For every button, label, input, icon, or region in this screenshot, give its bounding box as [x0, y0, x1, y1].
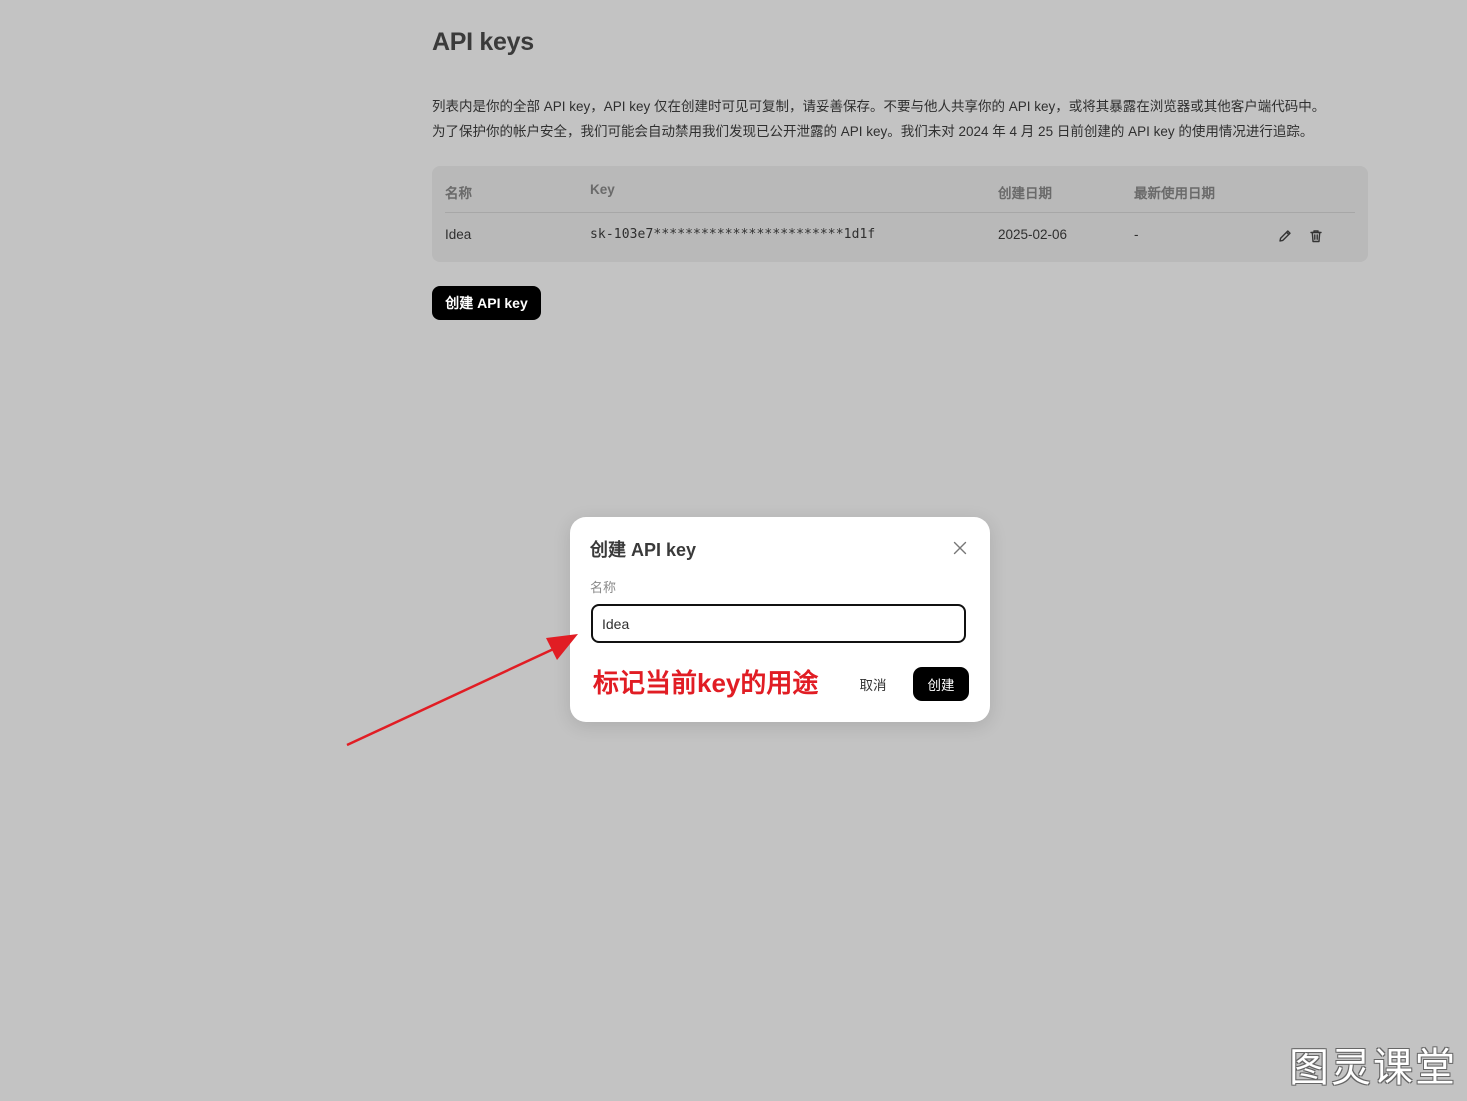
description-line-1: 列表内是你的全部 API key，API key 仅在创建时可见可复制，请妥善保…: [432, 99, 1326, 114]
close-icon[interactable]: [951, 539, 969, 557]
column-header-key: Key: [590, 182, 615, 197]
row-name: Idea: [445, 227, 472, 242]
annotation-text: 标记当前key的用途: [593, 668, 819, 698]
name-field-label: 名称: [590, 580, 617, 595]
create-api-key-button[interactable]: 创建 API key: [432, 286, 541, 320]
cancel-button[interactable]: 取消: [851, 670, 895, 698]
page-title: API keys: [432, 28, 534, 56]
row-key: sk-103e7************************1d1f: [590, 227, 876, 242]
row-created: 2025-02-06: [998, 227, 1068, 242]
delete-icon[interactable]: [1308, 228, 1324, 244]
create-api-key-dialog: 创建 API key 名称 标记当前key的用途 取消 创建: [570, 517, 990, 722]
column-header-last-used: 最新使用日期: [1134, 186, 1215, 201]
confirm-create-button[interactable]: 创建: [913, 667, 969, 701]
column-header-name: 名称: [445, 186, 472, 201]
row-last-used: -: [1134, 227, 1139, 242]
page-description: 列表内是你的全部 API key，API key 仅在创建时可见可复制，请妥善保…: [432, 94, 1392, 144]
column-header-created: 创建日期: [998, 186, 1052, 201]
api-keys-table: 名称 Key 创建日期 最新使用日期 Idea sk-103e7********…: [432, 166, 1368, 262]
dialog-title: 创建 API key: [590, 540, 697, 560]
description-line-2: 为了保护你的帐户安全，我们可能会自动禁用我们发现已公开泄露的 API key。我…: [432, 124, 1314, 139]
watermark-logo: 图灵课堂: [1289, 1046, 1457, 1090]
name-input[interactable]: [591, 604, 966, 643]
edit-icon[interactable]: [1277, 228, 1293, 244]
table-divider: [445, 212, 1355, 213]
